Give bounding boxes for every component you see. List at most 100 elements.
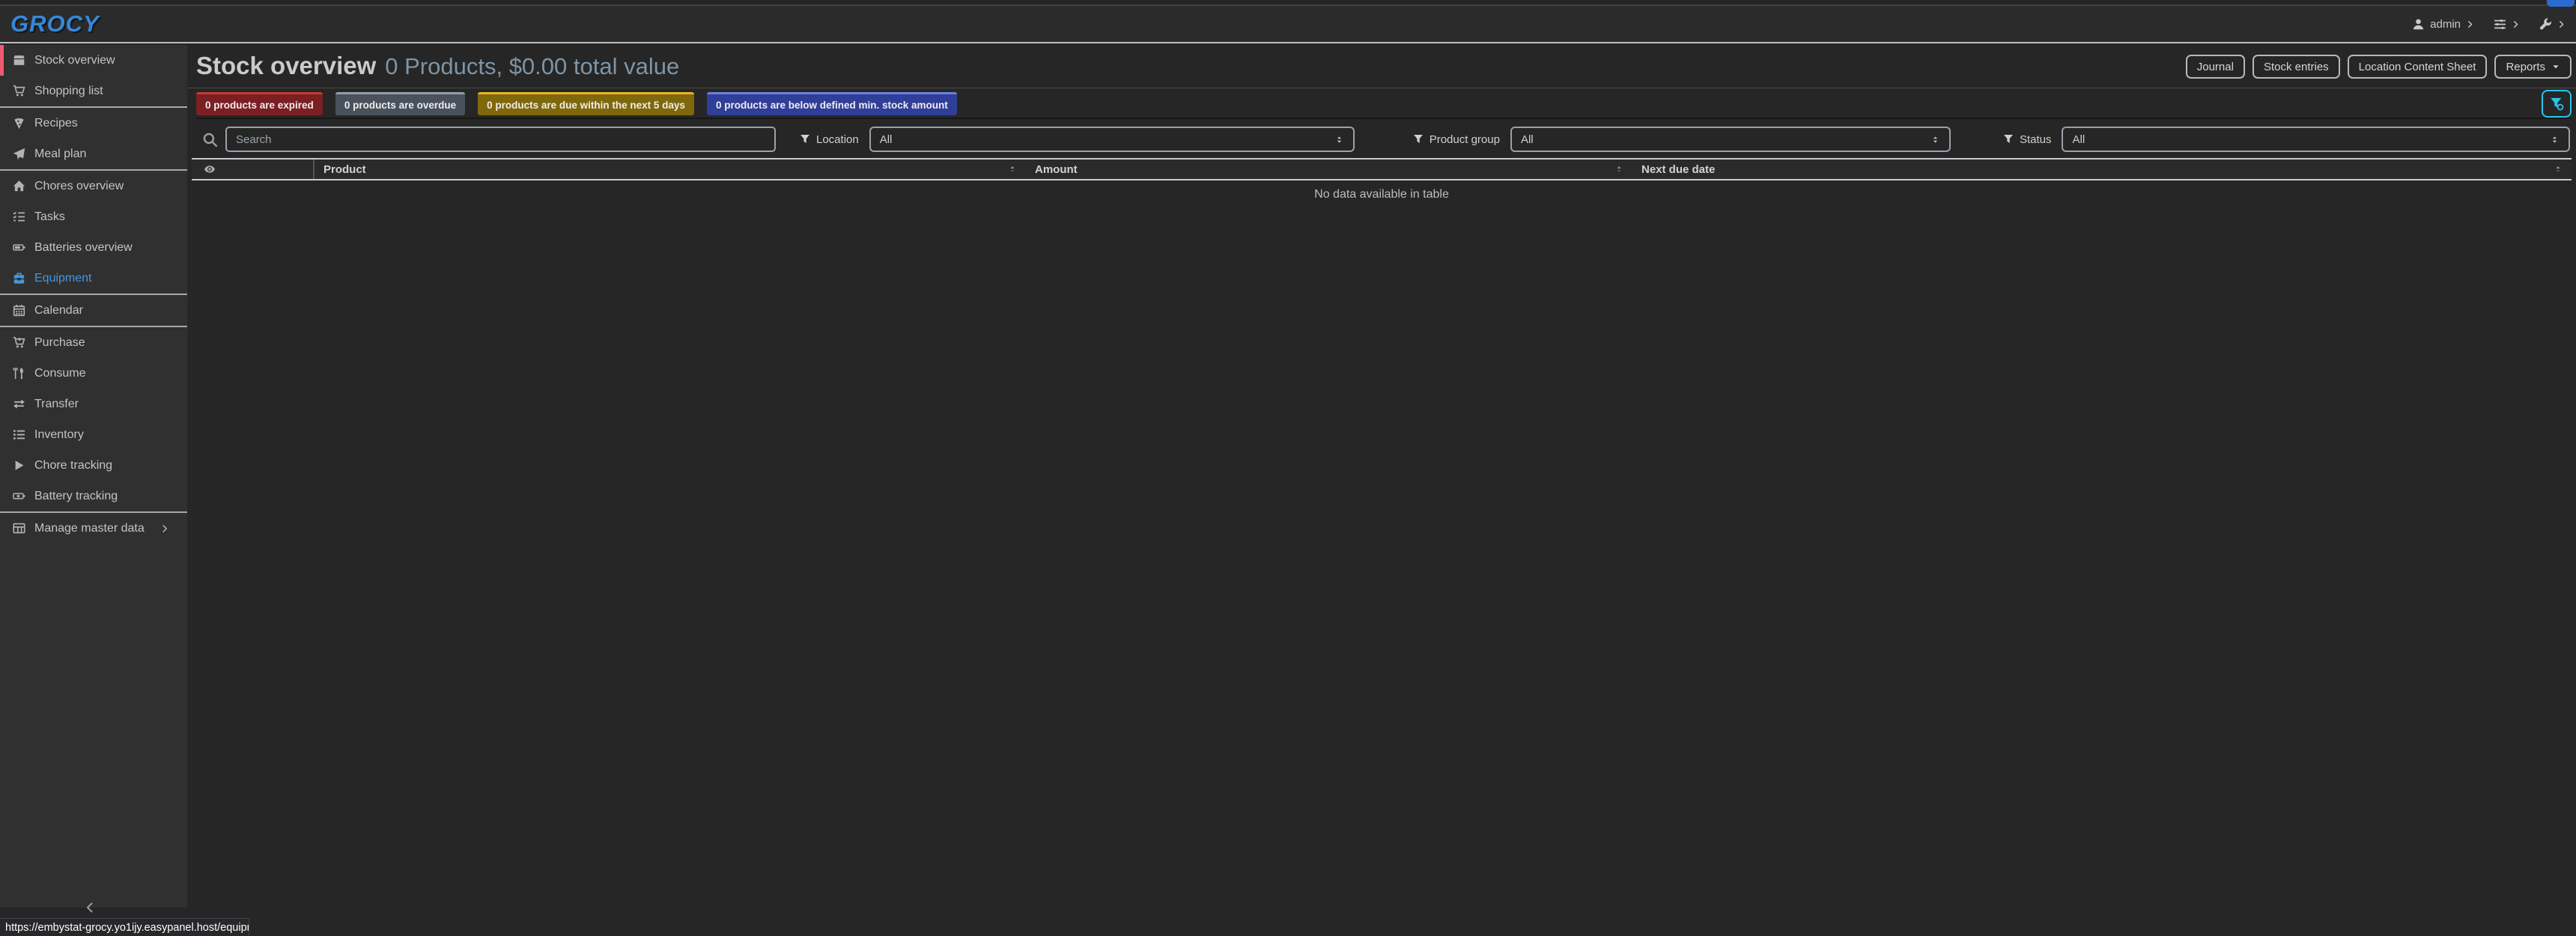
eye-icon <box>204 163 216 175</box>
caret-down-icon <box>2551 62 2560 71</box>
column-header-amount[interactable]: Amount <box>1026 159 1632 179</box>
sidebar-item-consume[interactable]: Consume <box>0 358 187 389</box>
product-group-filter: Product group All <box>1413 127 1951 152</box>
column-header-product[interactable]: Product <box>315 159 1026 179</box>
view-settings-menu[interactable] <box>2494 18 2520 31</box>
navbar: GROCY admin <box>0 6 2576 43</box>
sidebar-item-label: Purchase <box>34 336 85 350</box>
sidebar-item-stock-overview[interactable]: Stock overview <box>0 45 187 76</box>
sidebar-item-recipes[interactable]: Recipes <box>0 108 187 139</box>
button-label: Reports <box>2506 61 2545 73</box>
sidebar-item-meal-plan[interactable]: Meal plan <box>0 139 187 169</box>
sort-icon <box>1008 165 1017 174</box>
user-icon <box>2412 18 2425 31</box>
user-menu[interactable]: admin <box>2412 18 2474 31</box>
exchange-icon <box>11 398 26 410</box>
toolbox-icon <box>11 272 26 285</box>
grocy-app: GROCY admin Stock overviewShopping listR… <box>0 0 2576 936</box>
button-label: Location Content Sheet <box>2359 61 2476 73</box>
button-label: Journal <box>2197 61 2234 73</box>
status-filter: Status All <box>2003 127 2570 152</box>
header-buttons: Journal Stock entries Location Content She… <box>2186 55 2572 79</box>
tasks-icon <box>11 210 26 223</box>
filter-row: LocationAll Product group All Status All <box>202 127 2570 152</box>
cart-plus-icon <box>11 336 26 349</box>
sidebar-item-inventory[interactable]: Inventory <box>0 419 187 450</box>
search-input[interactable] <box>225 127 776 152</box>
sort-icon <box>1614 165 1623 174</box>
browser-notch <box>2547 0 2575 7</box>
battery-icon <box>11 241 26 254</box>
updown-icon <box>1931 135 1940 145</box>
clear-filters-button[interactable] <box>2542 90 2572 118</box>
sort-icon <box>2554 165 2563 174</box>
table-header-row: Product Amount Next due date <box>192 159 2572 180</box>
table-icon <box>11 522 26 535</box>
location-select[interactable]: All <box>869 127 1355 152</box>
sidebar-item-calendar[interactable]: Calendar <box>0 295 187 326</box>
funnel-icon <box>800 134 810 145</box>
funnel-icon <box>2003 134 2014 145</box>
paper-plane-icon <box>11 148 26 160</box>
main-content: Stock overview 0 Products, $0.00 total v… <box>187 45 2576 936</box>
sidebar-item-battery-tracking[interactable]: Battery tracking <box>0 481 187 511</box>
sidebar-item-label: Meal plan <box>34 148 86 161</box>
sidebar-item-label: Tasks <box>34 210 65 224</box>
sidebar-item-tasks[interactable]: Tasks <box>0 201 187 232</box>
product-group-select[interactable]: All <box>1510 127 1951 152</box>
sidebar-item-transfer[interactable]: Transfer <box>0 389 187 419</box>
column-header-next-due-date[interactable]: Next due date <box>1632 159 2572 179</box>
reports-button[interactable]: Reports <box>2494 55 2572 79</box>
status-select[interactable]: All <box>2062 127 2570 152</box>
list-icon <box>11 428 26 441</box>
status-badge[interactable]: 0 products are overdue <box>335 92 465 115</box>
sidebar-item-label: Batteries overview <box>34 241 133 255</box>
status-badge[interactable]: 0 products are due within the next 5 day… <box>478 92 694 115</box>
sidebar: Stock overviewShopping listRecipes Meal p… <box>0 45 187 908</box>
journal-button[interactable]: Journal <box>2186 55 2245 79</box>
sidebar-item-label: Manage master data <box>34 522 145 535</box>
column-label: Amount <box>1035 163 1078 176</box>
filter-label: Status <box>2020 133 2052 146</box>
select-value: All <box>880 133 893 146</box>
sidebar-item-chores-overview[interactable]: Chores overview <box>0 171 187 201</box>
table-empty-message: No data available in table <box>192 180 2572 209</box>
location-content-sheet-button[interactable]: Location Content Sheet <box>2348 55 2488 79</box>
cart-icon <box>11 85 26 97</box>
sidebar-item-label: Transfer <box>34 398 79 411</box>
wrench-icon <box>2539 18 2552 31</box>
status-badge[interactable]: 0 products are expired <box>196 92 323 115</box>
title-line: Stock overview 0 Products, $0.00 total v… <box>196 50 679 82</box>
location-filter: LocationAll <box>800 127 1355 152</box>
home-icon <box>11 180 26 192</box>
updown-icon <box>2550 135 2560 145</box>
user-menu-label: admin <box>2430 18 2461 31</box>
sidebar-item-equipment[interactable]: Equipment <box>0 263 187 294</box>
sliders-icon <box>2494 18 2506 31</box>
select-value: All <box>2072 133 2085 146</box>
sidebar-item-label: Battery tracking <box>34 490 118 503</box>
system-menu[interactable] <box>2539 18 2566 31</box>
status-badge[interactable]: 0 products are below defined min. stock … <box>707 92 957 115</box>
sidebar-item-batteries-overview[interactable]: Batteries overview <box>0 232 187 263</box>
page-title: Stock overview <box>196 50 376 82</box>
stock-entries-button[interactable]: Stock entries <box>2253 55 2340 79</box>
sidebar-item-purchase[interactable]: Purchase <box>0 327 187 358</box>
sidebar-item-manage-master-data[interactable]: Manage master data <box>0 513 187 544</box>
sidebar-item-label: Chore tracking <box>34 459 112 472</box>
sidebar-item-label: Consume <box>34 367 85 380</box>
sidebar-item-chore-tracking[interactable]: Chore tracking <box>0 450 187 481</box>
column-header-visibility[interactable] <box>192 159 315 179</box>
app-logo[interactable]: GROCY <box>10 10 100 37</box>
calendar-icon <box>11 304 26 317</box>
select-value: All <box>1521 133 1534 146</box>
box-icon <box>11 54 26 67</box>
filter-label: Product group <box>1430 133 1500 146</box>
play-icon <box>11 459 26 472</box>
button-label: Stock entries <box>2264 61 2329 73</box>
search-icon <box>202 132 218 148</box>
sidebar-item-shopping-list[interactable]: Shopping list <box>0 76 187 106</box>
stock-table: Product Amount Next due date No data avail… <box>192 158 2572 209</box>
sidebar-collapse-button[interactable] <box>84 902 96 917</box>
column-label: Product <box>323 163 366 176</box>
